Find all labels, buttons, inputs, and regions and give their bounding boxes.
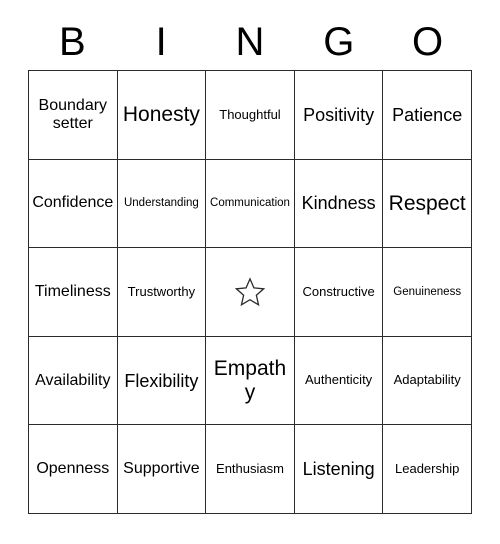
bingo-cell[interactable]: Authenticity: [294, 336, 384, 426]
bingo-cell[interactable]: Kindness: [294, 159, 384, 249]
bingo-cell[interactable]: Timeliness: [29, 248, 118, 337]
bingo-cell[interactable]: Boundary setter: [29, 71, 118, 160]
bingo-cell-label: Enthusiasm: [216, 460, 284, 476]
bingo-header-row: B I N G O: [28, 14, 472, 70]
bingo-cell[interactable]: Confidence: [29, 159, 118, 249]
bingo-cell-label: Supportive: [123, 460, 200, 478]
bingo-grid: Boundary setter Honesty Thoughtful Positivi…: [28, 70, 472, 514]
bingo-cell[interactable]: Supportive: [117, 425, 207, 514]
bingo-cell-label: Authenticity: [304, 372, 373, 388]
bingo-cell[interactable]: Trustworthy: [117, 248, 207, 337]
bingo-cell[interactable]: Openness: [29, 425, 118, 514]
bingo-cell-label: Understanding: [123, 196, 199, 209]
bingo-cell-label: Availability: [35, 371, 111, 389]
bingo-cell[interactable]: Honesty: [117, 71, 207, 160]
bingo-cell-label: Openness: [36, 460, 110, 478]
bingo-cell[interactable]: Adaptability: [383, 336, 472, 426]
bingo-header-letter-o: O: [412, 20, 444, 64]
bingo-cell-label: Confidence: [32, 194, 114, 212]
bingo-cell[interactable]: Thoughtful: [206, 71, 295, 160]
bingo-cell[interactable]: Availability: [29, 336, 118, 426]
bingo-cell[interactable]: Leadership: [383, 425, 472, 514]
bingo-cell[interactable]: Communication: [206, 159, 295, 249]
bingo-cell-label: Boundary setter: [38, 96, 108, 132]
bingo-cell[interactable]: Constructive: [294, 248, 384, 337]
bingo-cell-label: Constructive: [302, 283, 375, 299]
bingo-cell-label: Adaptability: [393, 372, 461, 388]
bingo-cell-label: Timeliness: [34, 283, 111, 301]
bingo-cell-label: Communication: [210, 196, 290, 209]
bingo-cell[interactable]: Enthusiasm: [206, 425, 295, 514]
bingo-cell-label: Positivity: [303, 104, 375, 125]
bingo-cell[interactable]: Empathy: [206, 336, 295, 426]
bingo-cell-label: Respect: [388, 191, 466, 215]
bingo-header-letter-g: G: [323, 20, 355, 64]
bingo-cell-label: Empathy: [213, 357, 287, 404]
bingo-cell[interactable]: Genuineness: [383, 248, 472, 337]
bingo-cell-label: Honesty: [122, 103, 200, 127]
bingo-header-letter-i: I: [155, 20, 167, 64]
bingo-cell[interactable]: Patience: [383, 71, 472, 160]
bingo-card: B I N G O Boundary setter Honesty Thoughtf…: [0, 0, 500, 544]
bingo-cell-label: Thoughtful: [219, 106, 281, 122]
bingo-cell-label: Leadership: [395, 460, 460, 476]
bingo-cell-label: Flexibility: [124, 370, 199, 391]
bingo-cell[interactable]: Positivity: [294, 71, 384, 160]
bingo-cell[interactable]: Understanding: [117, 159, 207, 249]
bingo-cell[interactable]: Listening: [294, 425, 384, 514]
bingo-header-letter-n: N: [235, 20, 265, 64]
bingo-header-letter-b: B: [59, 20, 86, 64]
bingo-cell[interactable]: Flexibility: [117, 336, 207, 426]
bingo-cell-label: Genuineness: [393, 285, 462, 298]
star-outline-icon: [209, 250, 291, 334]
bingo-cell-label: Trustworthy: [127, 283, 196, 299]
bingo-cell[interactable]: Respect: [383, 159, 472, 249]
bingo-free-space-cell[interactable]: [206, 248, 295, 337]
bingo-cell-label: Kindness: [301, 193, 376, 214]
bingo-cell-label: Patience: [392, 104, 463, 125]
bingo-cell-label: Listening: [302, 459, 375, 480]
